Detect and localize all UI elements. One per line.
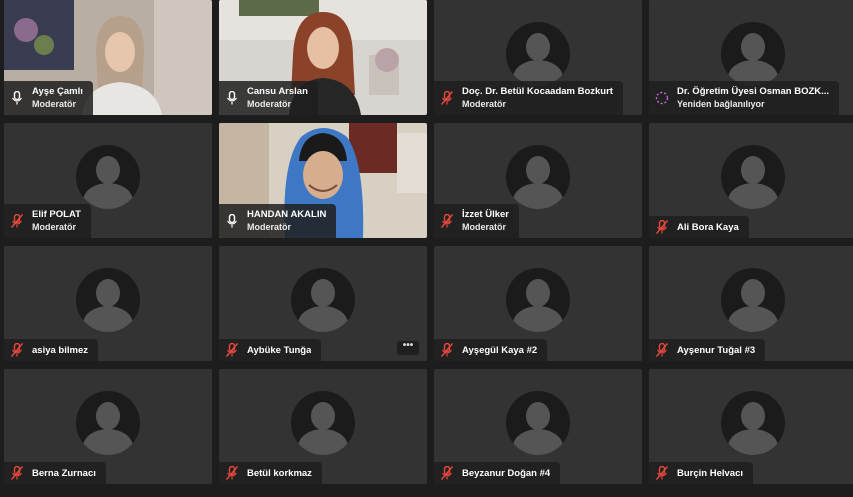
participant-name: Betül korkmaz	[247, 467, 312, 479]
participant-label: Burçin Helvacı	[649, 462, 753, 484]
participant-role: Moderatör	[462, 222, 507, 232]
participant-role: Moderatör	[247, 99, 292, 109]
mic-on-icon	[225, 214, 239, 228]
participant-tile[interactable]: Dr. Öğretim Üyesi Osman BOZK... Yeniden …	[649, 0, 853, 115]
participant-role: Moderatör	[32, 99, 77, 109]
participant-tile[interactable]: asiya bilmez	[4, 246, 212, 361]
mic-muted-icon	[440, 91, 454, 105]
avatar-placeholder	[506, 145, 570, 209]
participant-name: Elif POLAT	[32, 209, 81, 220]
reconnecting-spinner-icon	[655, 91, 669, 105]
participant-role: Moderatör	[462, 99, 507, 109]
participant-name: Dr. Öğretim Üyesi Osman BOZK...	[677, 86, 830, 97]
participant-name: Burçin Helvacı	[677, 467, 743, 479]
participant-name: Ali Bora Kaya	[677, 221, 739, 233]
participant-tile[interactable]: Ali Bora Kaya	[649, 123, 853, 238]
mic-muted-icon	[440, 466, 454, 480]
mic-muted-icon	[10, 214, 24, 228]
avatar-placeholder	[291, 391, 355, 455]
participant-role: Moderatör	[32, 222, 77, 232]
mic-muted-icon	[655, 466, 669, 480]
mic-muted-icon	[225, 343, 239, 357]
mic-muted-icon	[225, 466, 239, 480]
participant-name: Aybüke Tunğa	[247, 344, 312, 356]
mic-muted-icon	[440, 214, 454, 228]
avatar-placeholder	[506, 22, 570, 86]
participant-label: Ayşenur Tuğal #3	[649, 339, 766, 361]
participant-label: Elif POLAT Moderatör	[4, 204, 91, 238]
participant-name: Cansu Arslan	[247, 86, 308, 97]
participant-label: Ayşe Çamlı Moderatör	[4, 81, 93, 115]
participant-name: Beyzanur Doğan #4	[462, 467, 551, 479]
participant-name: Ayşe Çamlı	[32, 86, 83, 97]
participant-tile[interactable]: Burçin Helvacı	[649, 369, 853, 484]
participant-label: Aybüke Tunğa	[219, 339, 322, 361]
participant-label: Doç. Dr. Betül Kocaadam Bozkurt Moderatö…	[434, 81, 623, 115]
participant-label: Beyzanur Doğan #4	[434, 462, 561, 484]
participant-status: Yeniden bağlanılıyor	[677, 99, 765, 109]
mic-muted-icon	[655, 343, 669, 357]
participant-tile[interactable]: Doç. Dr. Betül Kocaadam Bozkurt Moderatö…	[434, 0, 642, 115]
participant-tile[interactable]: Ayşegül Kaya #2	[434, 246, 642, 361]
mic-muted-icon	[10, 466, 24, 480]
avatar-placeholder	[76, 268, 140, 332]
avatar-placeholder	[291, 268, 355, 332]
avatar-placeholder	[506, 268, 570, 332]
participant-tile[interactable]: Berna Zurnacı	[4, 369, 212, 484]
more-options-button[interactable]: •••	[397, 341, 419, 355]
avatar-placeholder	[721, 391, 785, 455]
participant-label: Ayşegül Kaya #2	[434, 339, 548, 361]
participant-tile[interactable]: İzzet Ülker Moderatör	[434, 123, 642, 238]
participant-tile[interactable]: Ayşenur Tuğal #3	[649, 246, 853, 361]
participant-label: Betül korkmaz	[219, 462, 322, 484]
participant-name: Berna Zurnacı	[32, 467, 96, 479]
avatar-placeholder	[506, 391, 570, 455]
participant-name: Ayşegül Kaya #2	[462, 344, 538, 356]
mic-muted-icon	[10, 343, 24, 357]
participant-tile[interactable]: Ayşe Çamlı Moderatör	[4, 0, 212, 115]
participant-label: İzzet Ülker Moderatör	[434, 204, 519, 238]
mic-on-icon	[225, 91, 239, 105]
participant-label: Ali Bora Kaya	[649, 216, 749, 238]
participant-name: asiya bilmez	[32, 344, 88, 356]
avatar-placeholder	[721, 22, 785, 86]
avatar-placeholder	[76, 145, 140, 209]
participant-label: Cansu Arslan Moderatör	[219, 81, 318, 115]
participant-label: Dr. Öğretim Üyesi Osman BOZK... Yeniden …	[649, 81, 840, 115]
participant-tile[interactable]: Aybüke Tunğa •••	[219, 246, 427, 361]
participant-tile[interactable]: Betül korkmaz	[219, 369, 427, 484]
participant-name: Ayşenur Tuğal #3	[677, 344, 756, 356]
participant-name: İzzet Ülker	[462, 209, 509, 220]
mic-muted-icon	[440, 343, 454, 357]
participant-tile[interactable]: Cansu Arslan Moderatör	[219, 0, 427, 115]
participant-grid: Ayşe Çamlı Moderatör Cansu Arslan Modera…	[4, 0, 853, 493]
participant-role: Moderatör	[247, 222, 292, 232]
participant-tile[interactable]: HANDAN AKALIN Moderatör	[219, 123, 427, 238]
avatar-placeholder	[76, 391, 140, 455]
participant-name: Doç. Dr. Betül Kocaadam Bozkurt	[462, 86, 613, 97]
participant-tile[interactable]: Elif POLAT Moderatör	[4, 123, 212, 238]
participant-tile[interactable]: Beyzanur Doğan #4	[434, 369, 642, 484]
avatar-placeholder	[721, 145, 785, 209]
participant-name: HANDAN AKALIN	[247, 209, 327, 220]
avatar-placeholder	[721, 268, 785, 332]
participant-label: Berna Zurnacı	[4, 462, 106, 484]
participant-label: HANDAN AKALIN Moderatör	[219, 204, 337, 238]
mic-on-icon	[10, 91, 24, 105]
mic-muted-icon	[655, 220, 669, 234]
participant-label: asiya bilmez	[4, 339, 98, 361]
